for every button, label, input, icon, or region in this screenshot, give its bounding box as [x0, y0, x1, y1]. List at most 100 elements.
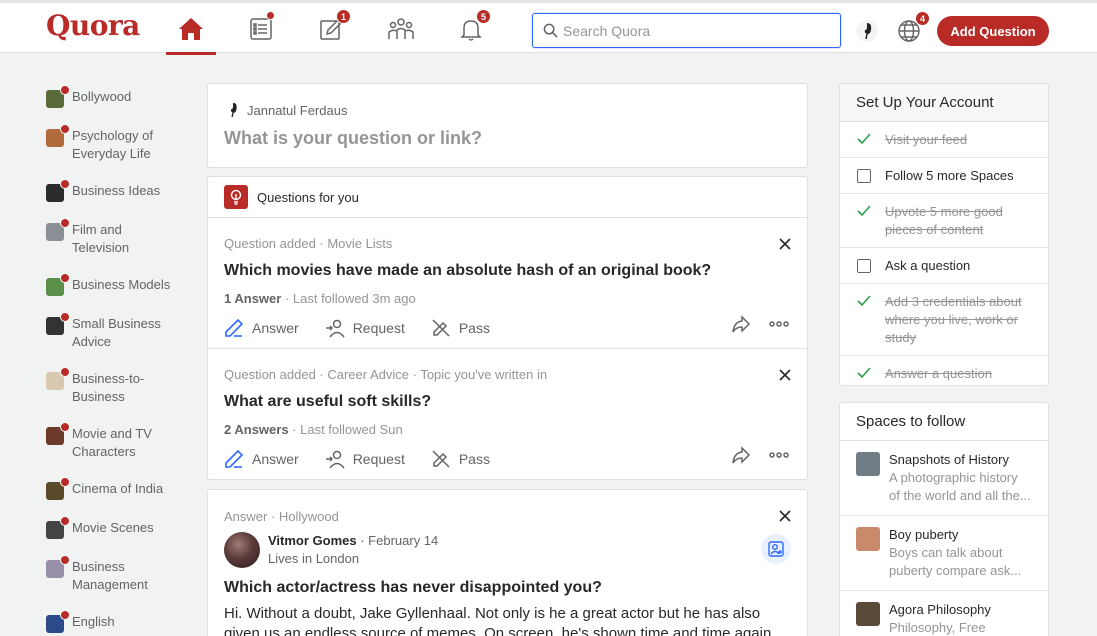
answer-card: Answer · Hollywood Vitmor Gomes · Februa… — [207, 489, 808, 636]
space-description: A photographic history of the world and … — [889, 470, 1031, 503]
close-icon[interactable] — [779, 238, 791, 250]
answer-count[interactable]: 2 Answers — [224, 422, 289, 437]
setup-item-label: Ask a question — [885, 258, 971, 273]
question-title[interactable]: Which movies have made an absolute hash … — [224, 262, 791, 280]
space-thumbnail — [856, 452, 880, 476]
check-icon — [857, 133, 871, 145]
request-button[interactable]: Request — [325, 318, 405, 338]
space-thumbnail — [46, 85, 70, 108]
space-thumbnail — [856, 602, 880, 626]
ask-question-card[interactable]: Jannatul Ferdaus What is your question o… — [207, 83, 808, 168]
close-icon[interactable] — [779, 369, 791, 381]
sidebar-item[interactable]: Film and Television — [46, 218, 181, 257]
question-right-actions — [731, 315, 789, 333]
user-avatar-icon — [231, 102, 237, 118]
setup-item[interactable]: Follow 5 more Spaces — [840, 158, 1048, 194]
space-thumbnail — [46, 124, 70, 147]
language-button[interactable]: 4 — [896, 11, 930, 45]
request-label: Request — [352, 451, 405, 467]
ask-user-name: Jannatul Ferdaus — [247, 102, 348, 118]
sidebar-item-label: Movie and TV Characters — [72, 426, 152, 459]
sidebar-item[interactable]: Business-to-Business — [46, 367, 181, 406]
author-name[interactable]: Vitmor Gomes — [268, 533, 357, 548]
pass-button[interactable]: Pass — [431, 449, 490, 469]
search-input[interactable] — [563, 22, 813, 39]
space-info: Agora Philosophy Philosophy, Free — [889, 601, 991, 636]
question-meta: Question added · Movie Lists — [224, 236, 393, 251]
spaces-to-follow-card: Spaces to follow Snapshots of History A p… — [839, 402, 1049, 636]
check-icon — [857, 205, 871, 217]
sidebar-item-label: Movie Scenes — [72, 520, 154, 535]
spaces-to-follow-title: Spaces to follow — [840, 403, 1048, 441]
sidebar-item[interactable]: English — [46, 610, 181, 633]
profile-avatar[interactable] — [856, 20, 878, 42]
setup-item[interactable]: Answer a question — [840, 356, 1048, 391]
more-icon[interactable] — [769, 321, 789, 327]
space-suggestion[interactable]: Snapshots of History A photographic histo… — [840, 441, 1048, 516]
people-icon — [388, 18, 414, 39]
space-suggestion[interactable]: Agora Philosophy Philosophy, Free — [840, 591, 1048, 636]
pass-button[interactable]: Pass — [431, 318, 490, 338]
author-avatar[interactable] — [224, 532, 260, 568]
sidebar-item-label: Cinema of India — [72, 481, 164, 496]
pencil-icon — [225, 449, 244, 468]
search-box[interactable] — [532, 13, 841, 48]
setup-item[interactable]: Visit your feed — [840, 122, 1048, 158]
sidebar-item[interactable]: Bollywood — [46, 85, 181, 108]
answer-body[interactable]: Hi. Without a doubt, Jake Gyllenhaal. No… — [224, 604, 799, 636]
setup-item[interactable]: Add 3 credentials about where you live, … — [840, 284, 1048, 356]
sidebar-item-label: Business Models — [72, 277, 171, 292]
search-icon — [543, 23, 558, 38]
ask-prompt[interactable]: What is your question or link? — [224, 128, 482, 149]
language-badge: 4 — [915, 11, 930, 26]
answer-date: · February 14 — [356, 533, 439, 548]
setup-account-title: Set Up Your Account — [840, 84, 1048, 122]
answer-question-title[interactable]: Which actor/actress has never disappoint… — [224, 579, 602, 597]
space-info: Snapshots of History A photographic histo… — [889, 451, 1032, 505]
add-question-button[interactable]: Add Question — [937, 16, 1049, 46]
sidebar-item[interactable]: Business Management — [46, 555, 181, 594]
checkbox[interactable] — [857, 259, 871, 273]
setup-item[interactable]: Upvote 5 more good pieces of content — [840, 194, 1048, 248]
setup-item[interactable]: Ask a question — [840, 248, 1048, 284]
share-icon[interactable] — [731, 315, 751, 333]
author-info: Vitmor Gomes · February 14 Lives in Lond… — [268, 532, 438, 568]
share-icon[interactable] — [731, 446, 751, 464]
sidebar-item[interactable]: Small Business Advice — [46, 312, 181, 351]
space-suggestion[interactable]: Boy puberty Boys can talk about puberty c… — [840, 516, 1048, 591]
space-name[interactable]: Snapshots of History — [889, 451, 1032, 469]
answer-button[interactable]: Answer — [224, 449, 299, 469]
spaces-tab[interactable] — [376, 6, 426, 52]
sidebar-item[interactable]: Psychology of Everyday Life — [46, 124, 181, 163]
question-item: Question added · Movie Lists Which movies… — [208, 218, 807, 349]
setup-account-card: Set Up Your Account Visit your feed Follo… — [839, 83, 1049, 386]
answer-count[interactable]: 1 Answer — [224, 291, 281, 306]
questions-for-you-title: Questions for you — [257, 189, 359, 205]
space-thumbnail — [46, 218, 70, 241]
sidebar-item[interactable]: Movie Scenes — [46, 516, 181, 539]
space-info: Boy puberty Boys can talk about puberty c… — [889, 526, 1032, 580]
space-name[interactable]: Agora Philosophy — [889, 601, 991, 619]
question-right-actions — [731, 446, 789, 464]
questions-for-you-header: Questions for you — [208, 177, 807, 218]
space-name[interactable]: Boy puberty — [889, 526, 1032, 544]
quora-logo[interactable]: Quora — [46, 9, 140, 42]
sidebar-item[interactable]: Business Ideas — [46, 179, 181, 202]
answer-button[interactable]: Answer — [224, 318, 299, 338]
home-tab[interactable] — [166, 6, 216, 55]
following-tab[interactable] — [236, 6, 286, 52]
follow-author-button[interactable] — [761, 534, 791, 564]
sidebar-item[interactable]: Movie and TV Characters — [46, 422, 181, 461]
answer-tab[interactable]: 1 — [306, 6, 356, 52]
sidebar-item-label: Psychology of Everyday Life — [72, 128, 153, 161]
ask-user: Jannatul Ferdaus — [226, 102, 347, 118]
request-button[interactable]: Request — [325, 449, 405, 469]
question-title[interactable]: What are useful soft skills? — [224, 393, 791, 411]
questions-for-you-card: Questions for you Question added · Movie… — [207, 176, 808, 480]
close-icon[interactable] — [779, 510, 791, 522]
checkbox[interactable] — [857, 169, 871, 183]
more-icon[interactable] — [769, 452, 789, 458]
notifications-tab[interactable]: 5 — [446, 6, 496, 52]
sidebar-item[interactable]: Cinema of India — [46, 477, 181, 500]
sidebar-item[interactable]: Business Models — [46, 273, 181, 296]
